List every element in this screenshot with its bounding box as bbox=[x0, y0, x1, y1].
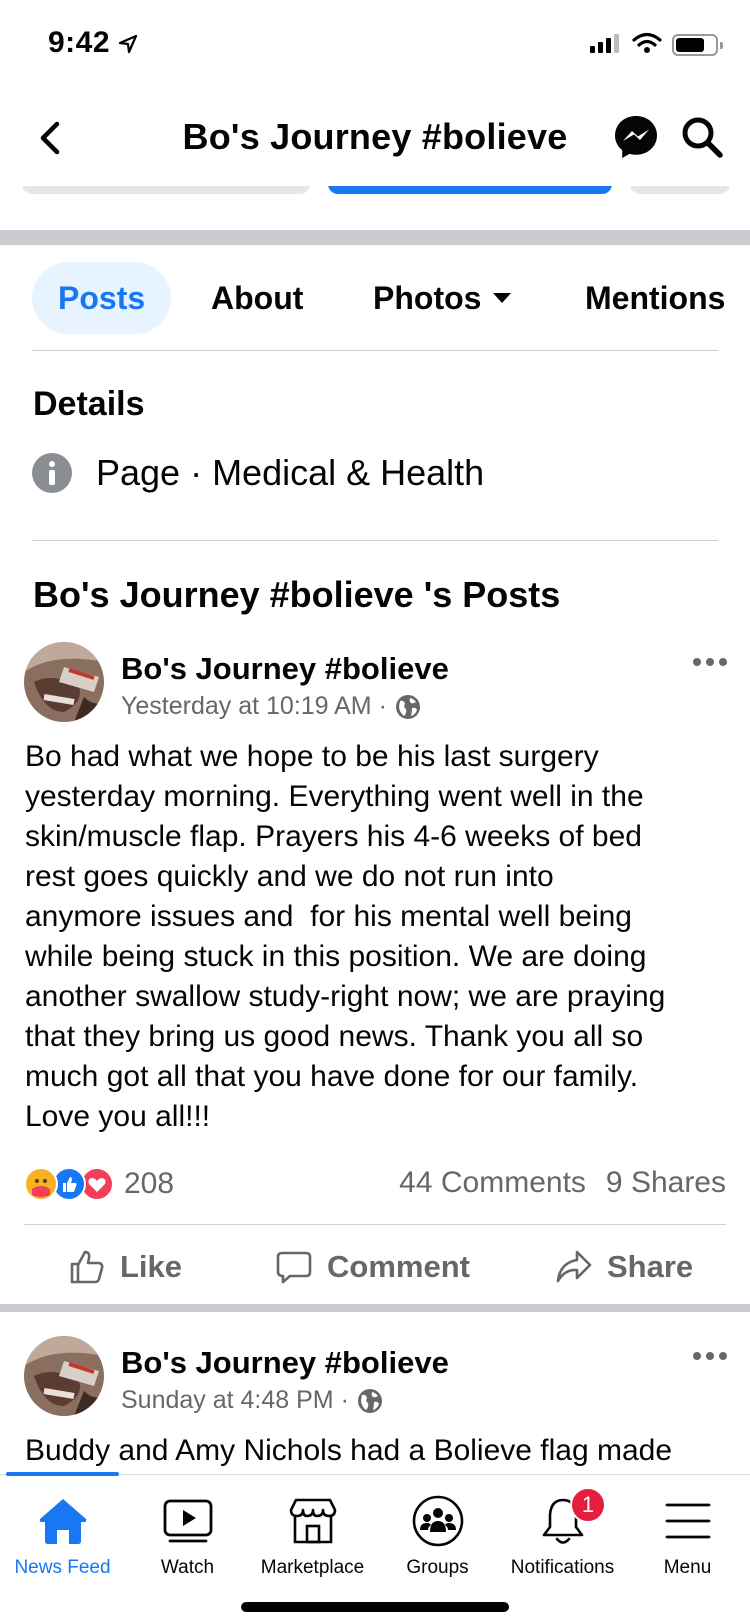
caret-down-icon bbox=[493, 292, 512, 303]
tab-mentions[interactable]: Mentions bbox=[585, 262, 725, 334]
shares-count[interactable]: 9 Shares bbox=[606, 1166, 726, 1200]
post-actions: Like Comment Share bbox=[0, 1238, 750, 1296]
action-buttons-remnant bbox=[0, 186, 750, 198]
share-icon bbox=[556, 1250, 592, 1283]
tab-label: Groups bbox=[406, 1557, 469, 1578]
share-label: Share bbox=[607, 1249, 694, 1284]
tab-news-feed[interactable]: News Feed bbox=[0, 1493, 125, 1579]
globe-icon bbox=[357, 1388, 382, 1413]
tab-marketplace[interactable]: Marketplace bbox=[250, 1493, 375, 1579]
comment-icon bbox=[276, 1251, 312, 1284]
messenger-icon[interactable] bbox=[612, 113, 660, 161]
status-bar: 9:42 bbox=[0, 0, 750, 92]
tab-label: Notifications bbox=[510, 1557, 615, 1578]
details-heading: Details bbox=[33, 385, 145, 423]
location-arrow-icon bbox=[118, 34, 138, 54]
wifi-icon bbox=[632, 32, 662, 53]
avatar[interactable] bbox=[24, 1336, 104, 1416]
tab-label: Marketplace bbox=[260, 1557, 365, 1578]
more-options-icon[interactable] bbox=[693, 1352, 727, 1360]
groups-icon bbox=[412, 1495, 463, 1547]
post-author[interactable]: Bo's Journey #bolieve bbox=[121, 1345, 449, 1381]
divider bbox=[24, 1224, 726, 1225]
globe-icon bbox=[395, 694, 420, 719]
comments-count[interactable]: 44 Comments bbox=[399, 1166, 586, 1200]
posts-heading: Bo's Journey #bolieve 's Posts bbox=[33, 574, 561, 615]
section-divider bbox=[0, 1304, 750, 1312]
like-label: Like bbox=[120, 1249, 183, 1284]
reaction-count: 208 bbox=[124, 1167, 175, 1200]
menu-icon bbox=[665, 1503, 710, 1539]
home-indicator bbox=[241, 1602, 509, 1612]
thumbs-up-icon bbox=[70, 1250, 104, 1284]
cellular-signal-icon bbox=[590, 34, 619, 53]
tab-menu[interactable]: Menu bbox=[625, 1493, 750, 1579]
comment-label: Comment bbox=[327, 1249, 470, 1284]
divider bbox=[32, 540, 718, 541]
tab-notifications[interactable]: 1 Notifications bbox=[500, 1487, 625, 1579]
section-divider bbox=[0, 230, 750, 245]
post-text: Buddy and Amy Nichols had a Bolieve flag… bbox=[25, 1434, 673, 1467]
care-reaction-icon bbox=[24, 1167, 58, 1201]
tab-label: Watch bbox=[160, 1557, 215, 1578]
divider bbox=[32, 350, 718, 351]
post-meta: Sunday at 4:48 PM · bbox=[121, 1386, 383, 1415]
like-button[interactable]: Like bbox=[68, 1238, 182, 1296]
post-text: Bo had what we hope to be his last surge… bbox=[25, 740, 666, 1133]
comment-button[interactable]: Comment bbox=[275, 1238, 470, 1296]
tab-label: Menu bbox=[663, 1557, 712, 1578]
notification-badge: 1 bbox=[570, 1487, 606, 1523]
search-icon[interactable] bbox=[680, 115, 724, 159]
avatar[interactable] bbox=[24, 642, 104, 722]
tab-about[interactable]: About bbox=[211, 262, 303, 334]
post-stats: 44 Comments 9 Shares bbox=[399, 1166, 726, 1200]
home-icon bbox=[39, 1499, 86, 1544]
post-time[interactable]: Sunday at 4:48 PM · bbox=[121, 1386, 349, 1415]
tab-photos[interactable]: Photos bbox=[373, 262, 512, 334]
tab-label: News Feed bbox=[14, 1557, 111, 1578]
post-meta: Yesterday at 10:19 AM · bbox=[121, 692, 421, 721]
info-icon bbox=[32, 453, 72, 493]
share-button[interactable]: Share bbox=[555, 1238, 693, 1296]
marketplace-icon bbox=[289, 1498, 336, 1544]
tab-watch[interactable]: Watch bbox=[125, 1493, 250, 1579]
post-time[interactable]: Yesterday at 10:19 AM · bbox=[121, 692, 387, 721]
watch-icon bbox=[163, 1499, 212, 1543]
active-tab-indicator bbox=[6, 1472, 119, 1476]
page-tabs: Posts About Photos Mentions bbox=[0, 262, 750, 336]
post-author[interactable]: Bo's Journey #bolieve bbox=[121, 651, 449, 687]
page-category: Page · Medical & Health bbox=[96, 452, 485, 493]
reactions-summary[interactable]: 208 bbox=[24, 1166, 174, 1202]
tab-groups[interactable]: Groups bbox=[375, 1493, 500, 1579]
more-options-icon[interactable] bbox=[693, 658, 727, 666]
tab-posts[interactable]: Posts bbox=[32, 262, 172, 334]
battery-icon bbox=[672, 34, 723, 56]
tab-photos-label: Photos bbox=[373, 280, 482, 316]
page-header: Bo's Journey #bolieve bbox=[0, 92, 750, 192]
status-time: 9:42 bbox=[48, 26, 111, 59]
